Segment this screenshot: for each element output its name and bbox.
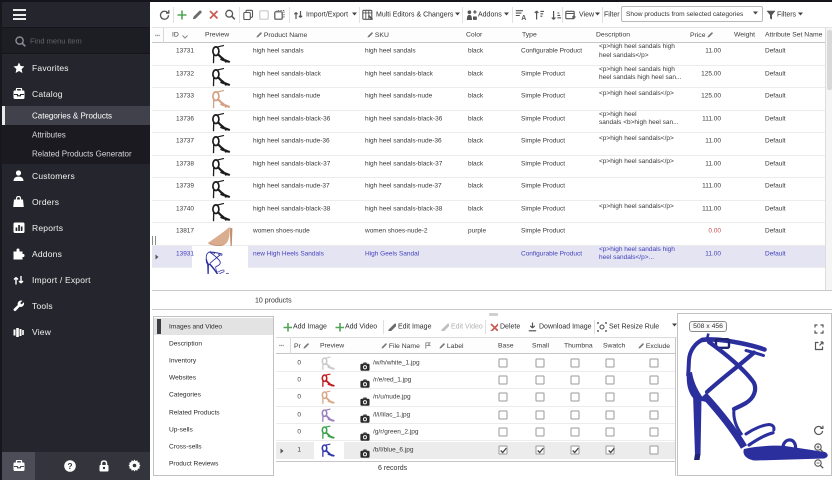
svg-text:?: ? [67, 461, 72, 471]
svg-text:A: A [521, 14, 526, 20]
